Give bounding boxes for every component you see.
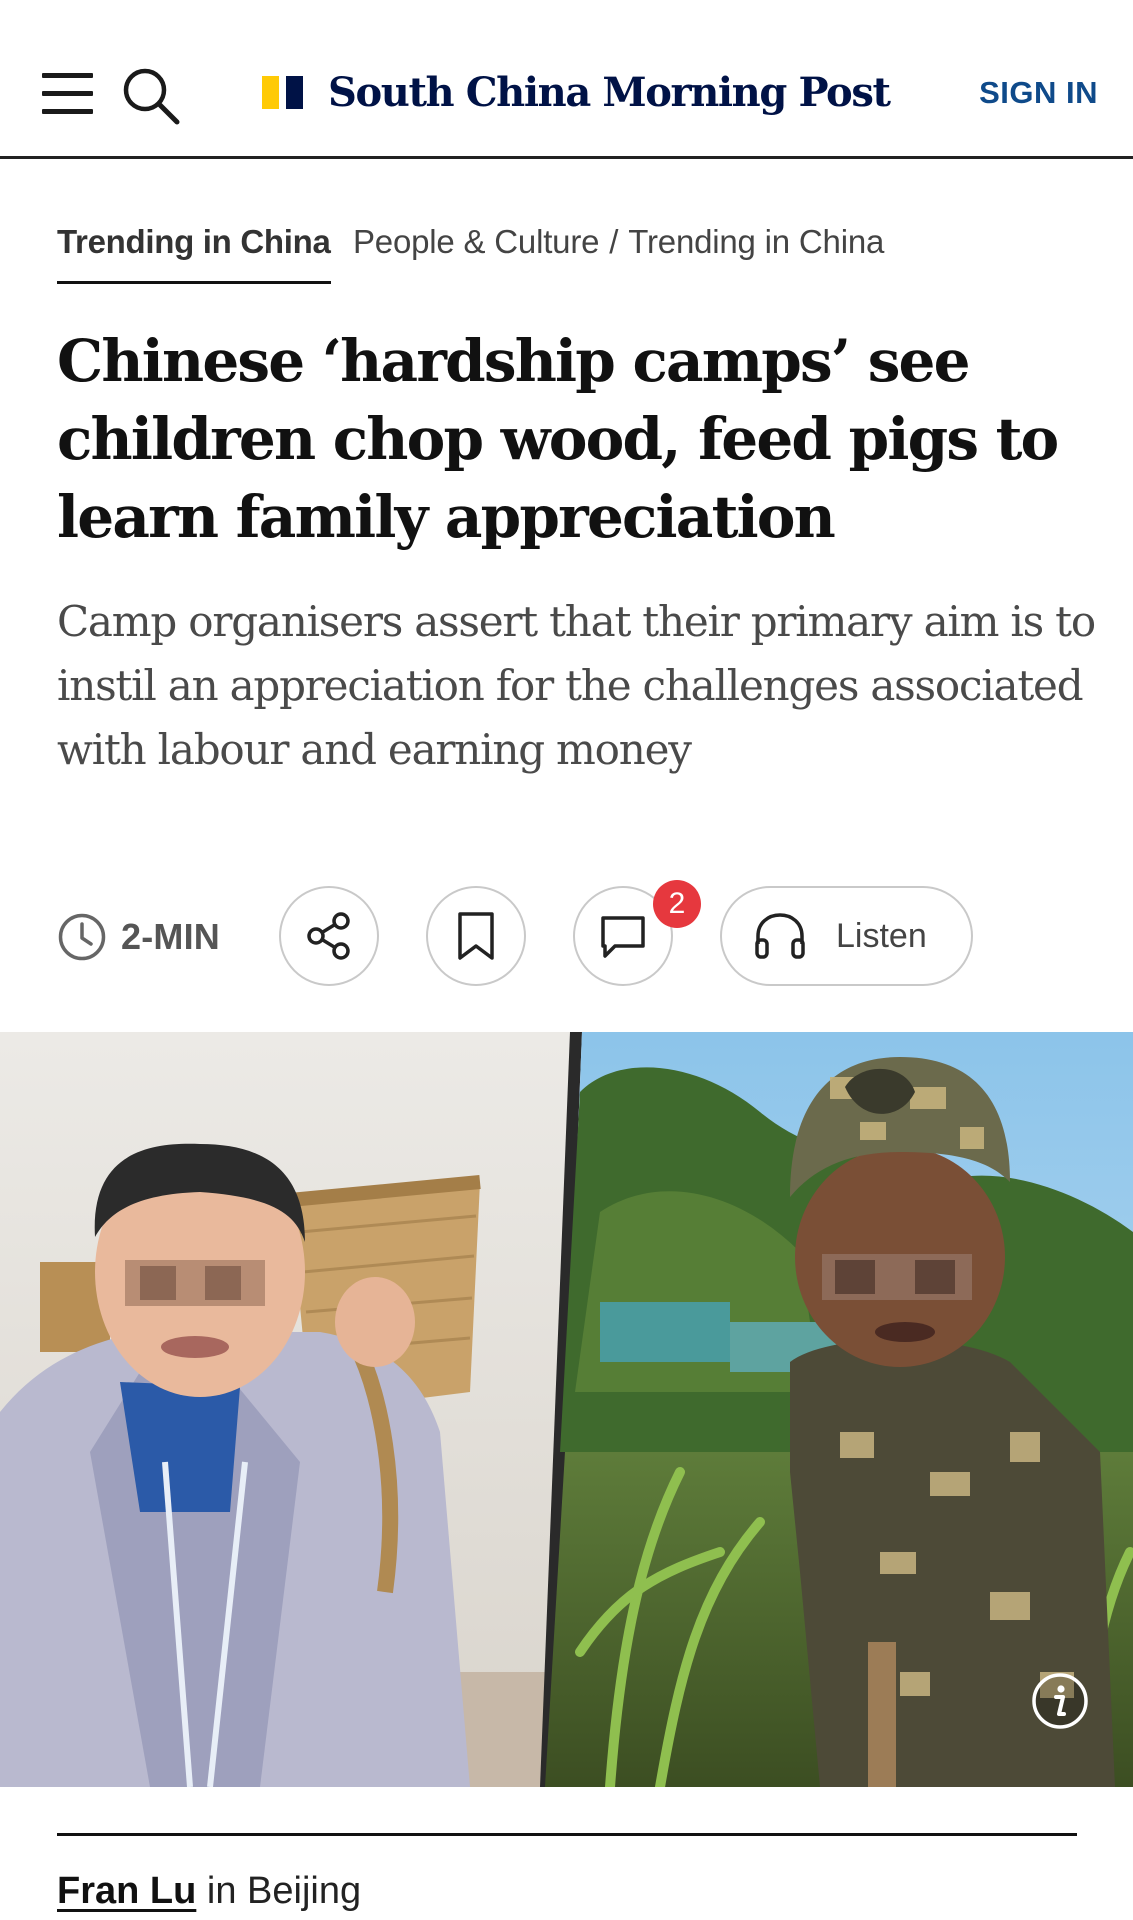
site-logo[interactable]: South China Morning Post [262,62,891,122]
bookmark-button[interactable] [426,886,526,986]
logo-mark [262,75,303,109]
site-header: South China Morning Post SIGN IN [0,0,1133,159]
hero-image [0,1032,1133,1787]
clock-icon [58,913,106,961]
byline-divider [57,1833,1077,1836]
info-icon[interactable] [1031,1672,1089,1730]
article-headline: Chinese ‘hardship camps’ see children ch… [57,327,1059,551]
search-icon[interactable] [121,66,181,126]
share-button[interactable] [279,886,379,986]
breadcrumb-item-people-culture[interactable]: People & Culture [353,223,599,260]
article-subhead: Camp organisers assert that their primar… [57,597,1096,774]
read-time-label: 2-MIN [121,916,220,957]
listen-button[interactable]: Listen [720,886,973,986]
brand-name: South China Morning Post [328,68,891,116]
byline-location: in Beijing [206,1870,362,1912]
breadcrumb-separator: / [609,223,619,260]
menu-icon[interactable] [42,73,93,114]
comment-count-badge: 2 [653,880,701,928]
author-link[interactable]: Fran Lu [57,1870,196,1912]
headphones-icon [755,913,805,959]
read-time: 2-MIN [57,912,220,962]
breadcrumb-path: People & Culture / Trending in China [353,223,884,261]
listen-label: Listen [836,916,927,955]
breadcrumb-item-trending-in-china[interactable]: Trending in China [628,223,884,260]
comment-icon [601,916,645,958]
byline: Fran Lu in Beijing [57,1870,361,1913]
bookmark-icon [458,912,494,960]
article-actions: 2-MIN 2 Listen [57,880,1057,986]
sign-in-link[interactable]: SIGN IN [979,75,1098,111]
section-tag[interactable]: Trending in China [57,223,331,284]
share-icon [307,912,350,960]
